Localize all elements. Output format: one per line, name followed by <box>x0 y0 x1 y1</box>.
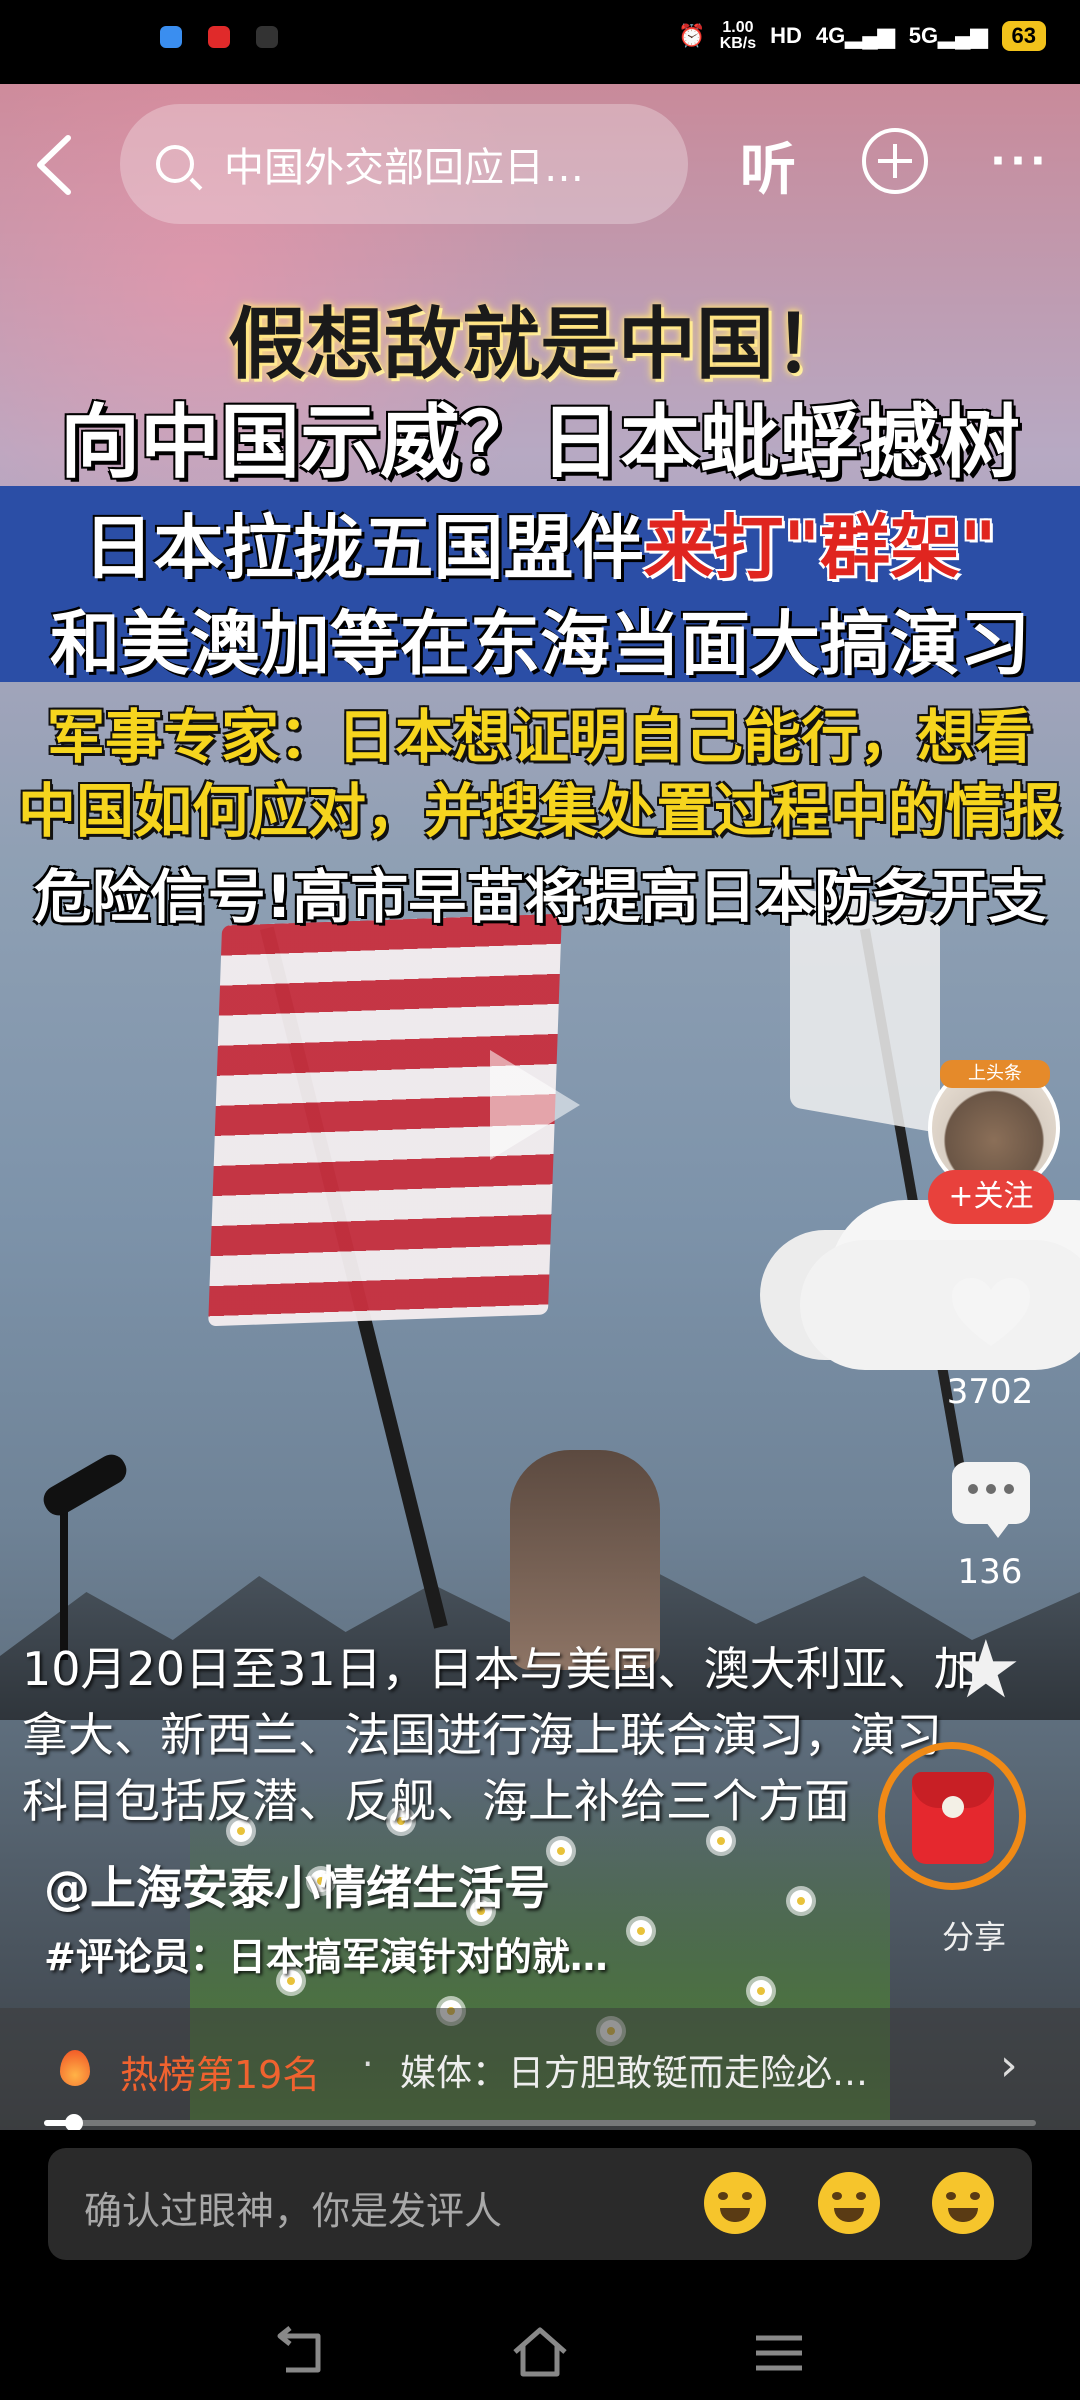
follow-button[interactable]: +关注 <box>928 1170 1054 1224</box>
progress-track[interactable] <box>44 2120 1036 2126</box>
hot-rank-label: 热榜第19名 <box>120 2053 321 2097</box>
laugh-cry-emoji-icon[interactable] <box>704 2172 766 2234</box>
chevron-right-icon[interactable]: › <box>1000 2040 1018 2091</box>
red-packet-icon[interactable] <box>912 1772 994 1864</box>
add-icon[interactable] <box>862 128 928 194</box>
alarm-icon: ⏰ <box>678 23 706 48</box>
cloud-image <box>800 1240 1080 1370</box>
author-name[interactable]: @上海安泰小情绪生活号 <box>44 1852 550 1918</box>
app-notification-icon <box>256 26 278 48</box>
comment-placeholder: 确认过眼神，你是发评人 <box>84 2189 503 2233</box>
nav-back-icon[interactable] <box>266 2318 336 2388</box>
more-icon[interactable]: ··· <box>990 136 1050 185</box>
caption-line-5: 军事专家：日本想证明自己能行，想看 <box>46 703 1033 771</box>
nav-menu-icon[interactable] <box>744 2318 814 2388</box>
hd-icon: HD <box>770 23 802 48</box>
caption-line-7: 危险信号!高市早苗将提高日本防务开支 <box>33 863 1047 931</box>
caption-line-4: 和美澳加等在东海当面大搞演习 <box>50 603 1030 685</box>
hot-separator: · <box>362 2044 374 2085</box>
hashtag-link[interactable]: #评论员：日本搞军演针对的就… <box>44 1926 608 1981</box>
battery-icon: 63 <box>1001 21 1046 51</box>
share-button[interactable]: 分享 <box>942 1912 1006 1958</box>
search-query: 中国外交部回应日… <box>224 145 584 191</box>
avatar-badge: 上头条 <box>940 1060 1050 1088</box>
nav-home-icon[interactable] <box>505 2318 575 2388</box>
listen-button[interactable]: 听 <box>740 125 796 206</box>
thinking-emoji-icon[interactable] <box>818 2172 880 2234</box>
comment-count: 136 <box>957 1552 1023 1592</box>
like-heart-icon[interactable] <box>950 1276 1032 1350</box>
hot-topic-text[interactable]: 媒体：日方胆敢铤而走险必… <box>400 2044 960 2096</box>
comment-icon[interactable] <box>952 1462 1030 1538</box>
search-icon <box>156 145 194 183</box>
play-icon[interactable] <box>490 1050 580 1160</box>
grin-emoji-icon[interactable] <box>932 2172 994 2234</box>
caption-line-3: 日本拉拢五国盟伴来打"群架" <box>83 507 997 589</box>
app-notification-icon <box>208 26 230 48</box>
sim2-signal-icon: 5G▂▄▆ <box>908 23 988 48</box>
caption-line-6: 中国如何应对，并搜集处置过程中的情报 <box>17 777 1062 845</box>
status-bar: ⏰ 1.00 KB/s HD 4G▂▄▆ 5G▂▄▆ 63 <box>0 0 1080 84</box>
fire-icon <box>60 2050 90 2086</box>
notification-icons <box>160 26 278 48</box>
caption-line-2: 向中国示威？日本蚍蜉撼树 <box>60 396 1020 489</box>
back-arrow-icon[interactable] <box>26 130 86 200</box>
like-count: 3702 <box>946 1372 1034 1412</box>
sim1-signal-icon: 4G▂▄▆ <box>815 23 895 48</box>
app-notification-icon <box>160 26 182 48</box>
favorite-star-icon[interactable]: ★ <box>950 1630 1022 1710</box>
network-speed: 1.00 KB/s <box>719 19 757 52</box>
search-bar[interactable]: 中国外交部回应日… <box>120 104 688 224</box>
status-right: ⏰ 1.00 KB/s HD 4G▂▄▆ 5G▂▄▆ 63 <box>678 20 1046 52</box>
